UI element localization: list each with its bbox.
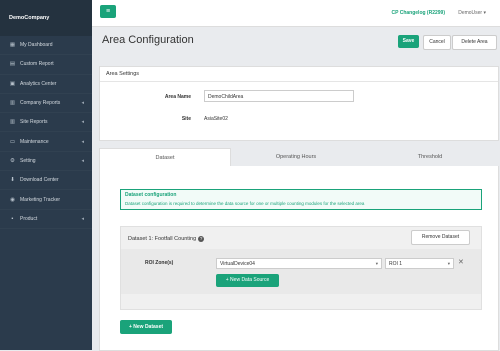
chevron-left-icon: ◂ bbox=[81, 215, 84, 222]
delete-area-button[interactable]: Delete Area bbox=[452, 35, 497, 50]
monitor-icon: ▭ bbox=[9, 138, 16, 145]
help-icon[interactable]: ? bbox=[198, 236, 205, 242]
alert-title: Dataset configuration bbox=[125, 192, 177, 198]
sidebar-item-site-reports[interactable]: ▥ Site Reports ◂ bbox=[0, 113, 92, 132]
box-icon: ▪ bbox=[11, 215, 14, 222]
new-dataset-button[interactable]: + New Dataset bbox=[120, 320, 172, 334]
dataset-card: Dataset 1: Footfall Counting? Remove Dat… bbox=[120, 226, 482, 310]
device-select[interactable]: VirtualDevice04 ▾ bbox=[216, 258, 382, 269]
sidebar-item-label: Download Center bbox=[20, 177, 59, 184]
location-icon: ◉ bbox=[10, 196, 15, 203]
chart-icon: ▥ bbox=[9, 119, 16, 126]
dataset-panel: Dataset configuration Dataset configurat… bbox=[99, 166, 499, 351]
roi-select-value: ROI 1 bbox=[389, 261, 403, 267]
sidebar-nav: ▦ My Dashboard ▤ Custom Report ▣ Analytics Ce… bbox=[0, 36, 92, 229]
chevron-left-icon: ◂ bbox=[81, 138, 84, 145]
area-name-label: Area Name bbox=[164, 94, 191, 100]
sidebar-item-custom-report[interactable]: ▤ Custom Report bbox=[0, 55, 92, 74]
sidebar-item-label: Maintenance bbox=[20, 138, 49, 145]
device-select-value: VirtualDevice04 bbox=[220, 261, 255, 267]
sidebar-item-label: Setting bbox=[20, 157, 36, 164]
sidebar-item-label: Custom Report bbox=[20, 61, 54, 68]
chevron-left-icon: ◂ bbox=[81, 100, 84, 107]
tab-operating-hours[interactable]: Operating Hours bbox=[229, 148, 363, 167]
sidebar: DemoCompany ▦ My Dashboard ▤ Custom Report ▣… bbox=[0, 0, 92, 350]
alert-text: Dataset configuration is required to det… bbox=[125, 201, 365, 206]
site-label: Site bbox=[181, 116, 191, 122]
sidebar-item-company-reports[interactable]: ▥ Company Reports ◂ bbox=[0, 94, 92, 113]
tab-threshold[interactable]: Threshold bbox=[363, 148, 497, 167]
top-bar: ≡ CP Changelog (R2299) DemoUser ▾ bbox=[92, 0, 500, 27]
page-title: Area Configuration bbox=[102, 34, 194, 46]
sidebar-item-product[interactable]: ▪ Product ◂ bbox=[0, 210, 92, 229]
sidebar-item-label: Marketing Tracker bbox=[20, 196, 61, 203]
remove-dataset-button[interactable]: Remove Dataset bbox=[411, 230, 470, 245]
sidebar-item-label: Analytics Center bbox=[20, 80, 57, 87]
area-name-input[interactable]: DemoChildArea bbox=[204, 90, 354, 102]
sidebar-item-label: Product bbox=[20, 215, 38, 222]
analytics-icon: ▣ bbox=[9, 80, 16, 87]
tab-dataset[interactable]: Dataset bbox=[99, 148, 231, 168]
brand-logo[interactable]: DemoCompany bbox=[0, 0, 92, 36]
sidebar-item-analytics-center[interactable]: ▣ Analytics Center bbox=[0, 75, 92, 94]
save-button[interactable]: Save bbox=[398, 35, 419, 48]
download-icon: ⬇ bbox=[10, 177, 15, 184]
dataset-info-alert: Dataset configuration Dataset configurat… bbox=[120, 189, 482, 210]
dataset-title: Dataset 1: Footfall Counting? bbox=[128, 236, 205, 242]
gear-icon: ⚙ bbox=[10, 157, 15, 164]
sidebar-item-setting[interactable]: ⚙ Setting ◂ bbox=[0, 152, 92, 171]
cancel-button[interactable]: Cancel bbox=[423, 35, 451, 50]
chevron-down-icon: ▾ bbox=[375, 261, 378, 266]
sidebar-item-download-center[interactable]: ⬇ Download Center bbox=[0, 171, 92, 190]
menu-toggle-button[interactable]: ≡ bbox=[100, 5, 116, 18]
dashboard-icon: ▦ bbox=[9, 42, 16, 49]
sidebar-item-label: Site Reports bbox=[20, 119, 48, 126]
report-icon: ▤ bbox=[9, 61, 16, 68]
sidebar-item-maintenance[interactable]: ▭ Maintenance ◂ bbox=[0, 132, 92, 151]
chevron-left-icon: ◂ bbox=[81, 119, 84, 126]
sidebar-item-label: Company Reports bbox=[20, 100, 61, 107]
config-tabs: Dataset Operating Hours Threshold bbox=[99, 148, 497, 168]
close-icon[interactable]: ✕ bbox=[458, 258, 464, 266]
sidebar-item-marketing-tracker[interactable]: ◉ Marketing Tracker bbox=[0, 190, 92, 209]
data-source-row bbox=[121, 249, 481, 294]
changelog-link[interactable]: CP Changelog (R2299) bbox=[391, 10, 445, 16]
roi-select[interactable]: ROI 1 ▾ bbox=[385, 258, 454, 269]
sidebar-item-my-dashboard[interactable]: ▦ My Dashboard bbox=[0, 36, 92, 55]
sidebar-item-label: My Dashboard bbox=[20, 42, 53, 49]
area-settings-card: Area Settings Area Name DemoChildArea Si… bbox=[99, 66, 499, 141]
chevron-down-icon: ▾ bbox=[447, 261, 450, 266]
chevron-left-icon: ◂ bbox=[81, 157, 84, 164]
user-menu[interactable]: DemoUser ▾ bbox=[458, 10, 486, 16]
site-value: AsiaSite02 bbox=[204, 116, 228, 122]
roi-zone-label: ROI Zone(s) bbox=[145, 260, 174, 266]
area-settings-heading: Area Settings bbox=[100, 67, 498, 82]
new-data-source-button[interactable]: + New Data Source bbox=[216, 274, 279, 287]
chart-icon: ▥ bbox=[9, 100, 16, 107]
dataset-title-text: Dataset 1: Footfall Counting bbox=[128, 236, 197, 242]
